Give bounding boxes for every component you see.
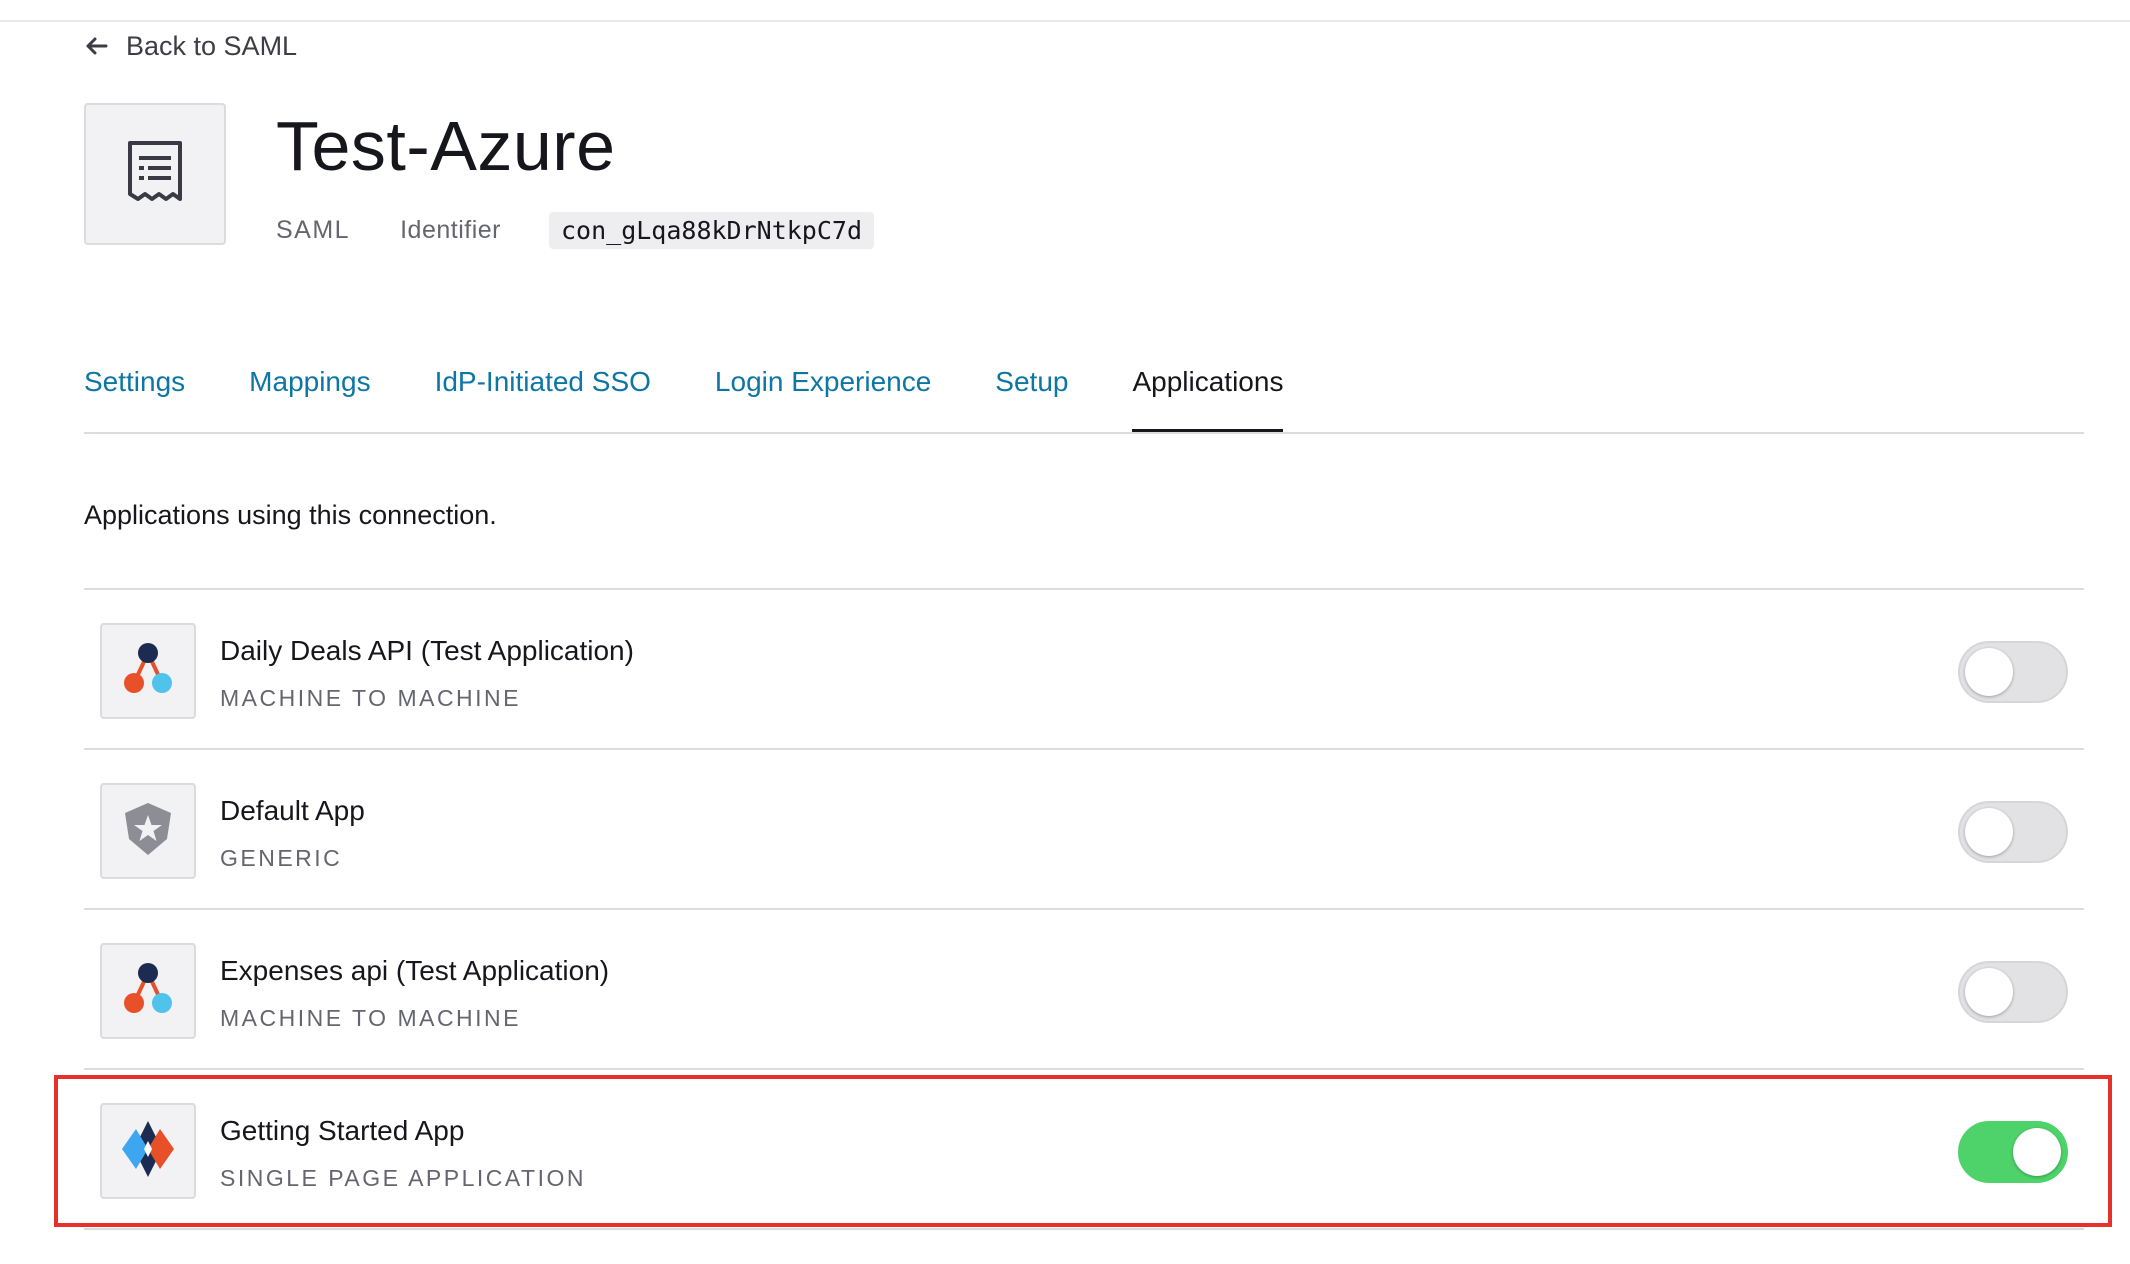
app-type: SINGLE PAGE APPLICATION	[220, 1165, 586, 1191]
identifier-label: Identifier	[400, 215, 501, 244]
tab-settings[interactable]: Settings	[84, 354, 185, 432]
list-item: Expenses api (Test Application) MACHINE …	[84, 910, 2084, 1070]
app-name: Getting Started App	[220, 1115, 465, 1146]
connection-type: SAML	[276, 215, 351, 244]
app-type: MACHINE TO MACHINE	[220, 1005, 522, 1031]
tab-mappings[interactable]: Mappings	[249, 354, 370, 432]
app-name: Expenses api (Test Application)	[220, 955, 610, 986]
identifier-value: con_gLqa88kDrNtkpC7d	[548, 211, 875, 249]
applications-description: Applications using this connection.	[84, 500, 497, 530]
connection-icon	[84, 103, 226, 245]
enable-toggle[interactable]	[1958, 801, 2068, 863]
tab-bar: Settings Mappings IdP-Initiated SSO Logi…	[84, 354, 2084, 434]
toggle-knob	[2013, 1128, 2061, 1176]
app-icon	[100, 783, 196, 879]
arrow-left-icon	[84, 36, 108, 56]
back-to-saml-link[interactable]: Back to SAML	[84, 26, 297, 66]
connection-meta: SAML Identifier con_gLqa88kDrNtkpC7d	[276, 210, 875, 250]
app-icon	[100, 943, 196, 1039]
list-item: Getting Started App SINGLE PAGE APPLICAT…	[84, 1070, 2084, 1230]
top-divider	[0, 20, 2130, 22]
receipt-icon	[126, 139, 184, 210]
app-name: Default App	[220, 795, 365, 826]
list-item: Daily Deals API (Test Application) MACHI…	[84, 590, 2084, 750]
shield-star-icon	[122, 801, 174, 862]
machine-to-machine-icon	[118, 961, 178, 1022]
toggle-knob	[1965, 968, 2013, 1016]
tab-login-experience[interactable]: Login Experience	[715, 354, 931, 432]
tab-idp-initiated-sso[interactable]: IdP-Initiated SSO	[435, 354, 651, 432]
app-type: GENERIC	[220, 845, 343, 871]
back-link-label: Back to SAML	[126, 30, 298, 61]
enable-toggle[interactable]	[1958, 961, 2068, 1023]
machine-to-machine-icon	[118, 641, 178, 702]
app-name: Daily Deals API (Test Application)	[220, 635, 634, 666]
list-item: Default App GENERIC	[84, 750, 2084, 910]
enable-toggle[interactable]	[1958, 641, 2068, 703]
app-type: MACHINE TO MACHINE	[220, 685, 522, 711]
tab-applications[interactable]: Applications	[1132, 354, 1284, 432]
toggle-knob	[1965, 648, 2013, 696]
app-icon	[100, 1103, 196, 1199]
app-icon	[100, 623, 196, 719]
single-page-app-icon	[118, 1117, 178, 1186]
enable-toggle[interactable]	[1958, 1121, 2068, 1183]
toggle-knob	[1965, 808, 2013, 856]
tab-setup[interactable]: Setup	[995, 354, 1068, 432]
applications-list: Daily Deals API (Test Application) MACHI…	[84, 588, 2084, 1230]
page-title: Test-Azure	[276, 107, 616, 185]
